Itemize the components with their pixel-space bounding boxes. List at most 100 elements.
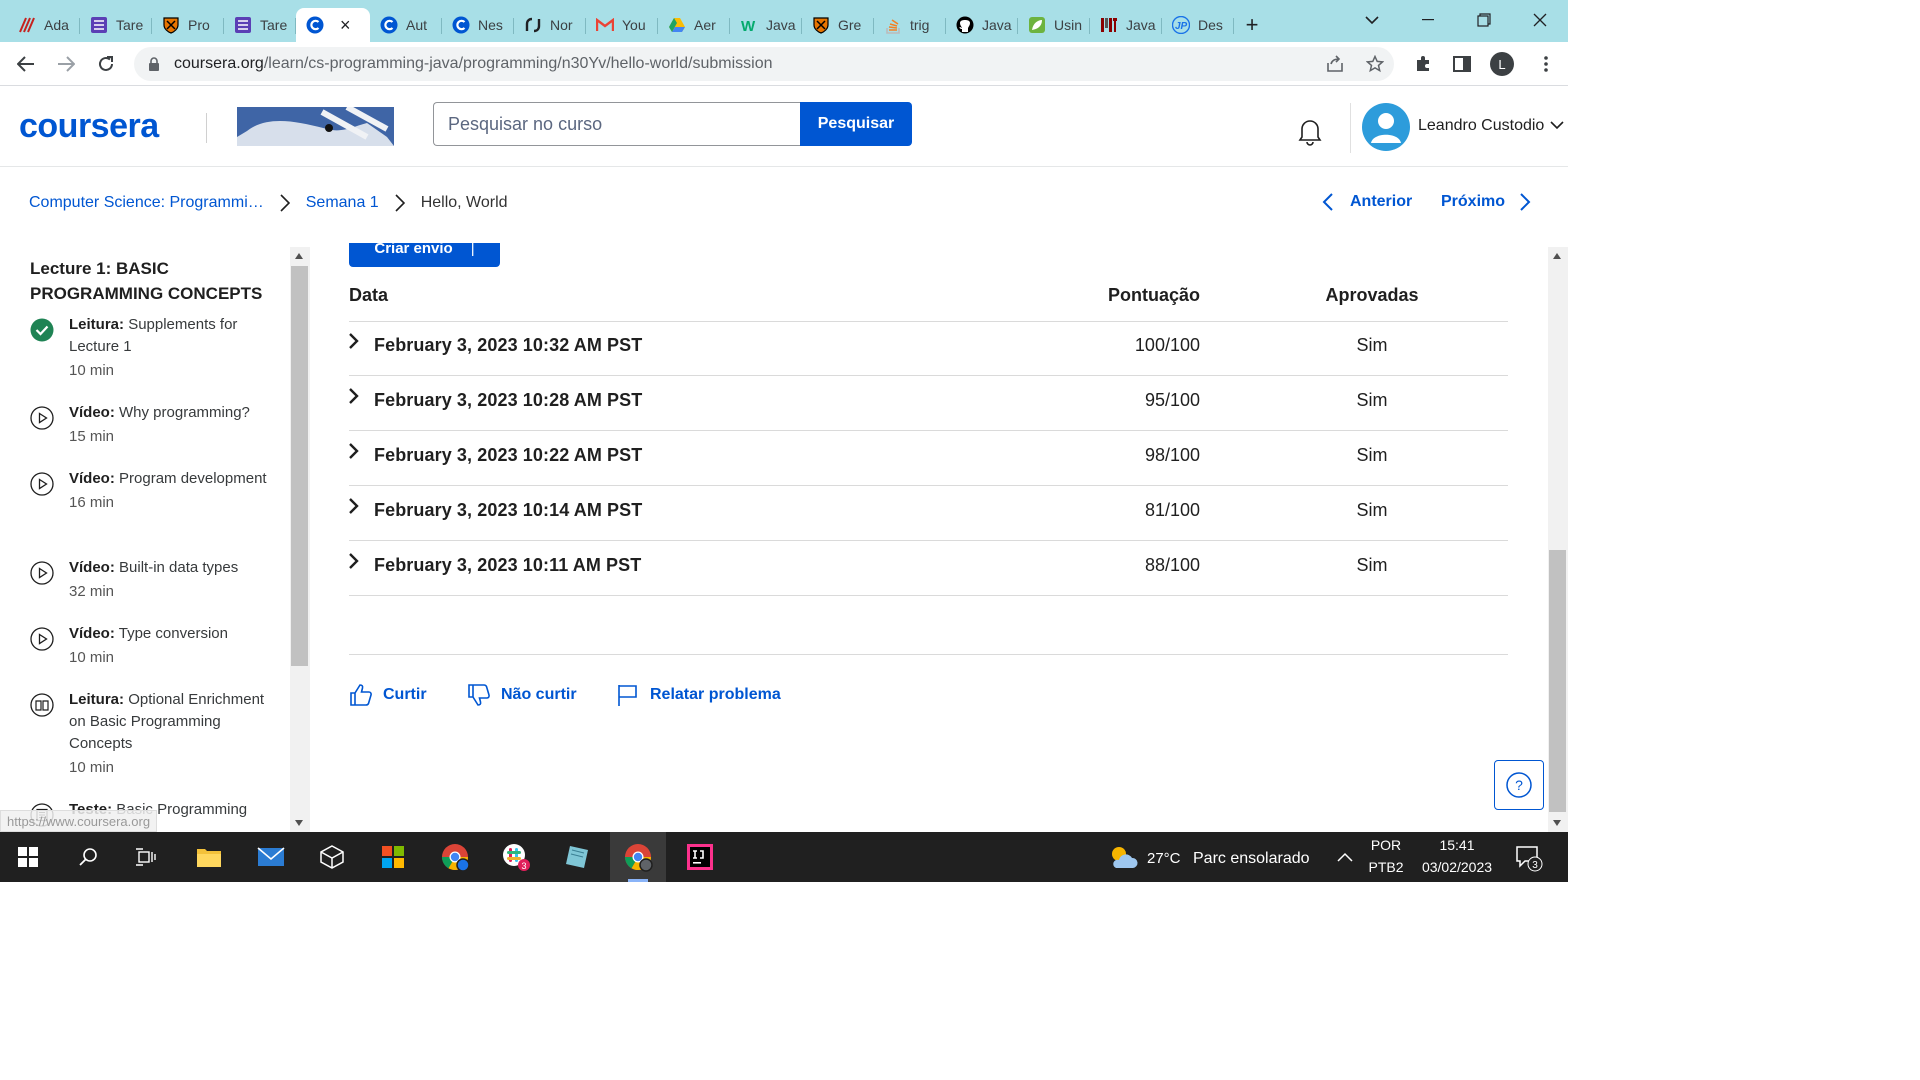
header-divider bbox=[206, 113, 207, 143]
restore-button[interactable] bbox=[1456, 0, 1512, 40]
next-button[interactable]: Próximo bbox=[1441, 193, 1531, 211]
chrome-active-icon[interactable] bbox=[610, 832, 666, 882]
coursera-icon bbox=[306, 16, 324, 34]
expand-chevron-icon[interactable] bbox=[348, 442, 360, 466]
new-tab-button[interactable]: + bbox=[1234, 8, 1270, 42]
expand-chevron-icon[interactable] bbox=[348, 332, 360, 356]
tab-search-icon[interactable] bbox=[1344, 0, 1400, 40]
search-icon[interactable] bbox=[60, 832, 116, 882]
create-submission-button[interactable]: Criar envio | bbox=[349, 243, 500, 267]
submission-score: 98/100 bbox=[1144, 445, 1200, 465]
breadcrumb-week[interactable]: Semana 1 bbox=[306, 194, 379, 212]
browser-tab[interactable]: Nor bbox=[514, 8, 586, 42]
back-icon[interactable] bbox=[6, 44, 46, 84]
browser-tab[interactable]: JP Des bbox=[1162, 8, 1234, 42]
chrome-profile-icon[interactable] bbox=[427, 832, 483, 882]
browser-tab[interactable]: Aut bbox=[370, 8, 442, 42]
princeton-icon bbox=[162, 16, 180, 34]
scroll-up-icon[interactable] bbox=[295, 253, 303, 259]
browser-menu-icon[interactable] bbox=[1526, 42, 1566, 86]
sidebar-item-type: Leitura: bbox=[69, 691, 125, 708]
sidebar-item-title: Type conversion bbox=[118, 625, 228, 642]
store-cube-icon[interactable] bbox=[304, 832, 360, 882]
browser-tab[interactable]: Nes bbox=[442, 8, 514, 42]
reload-icon[interactable] bbox=[86, 44, 126, 84]
submission-passed: Sim bbox=[1356, 445, 1388, 465]
search-button[interactable]: Pesquisar bbox=[800, 102, 912, 146]
submission-passed: Sim bbox=[1356, 500, 1388, 520]
intellij-icon[interactable] bbox=[672, 832, 728, 882]
browser-tab[interactable]: Tare bbox=[80, 8, 152, 42]
expand-chevron-icon[interactable] bbox=[348, 387, 360, 411]
like-button[interactable]: Curtir bbox=[349, 683, 427, 707]
course-search-input[interactable]: Pesquisar no curso bbox=[433, 102, 801, 146]
help-icon-glyph: ? bbox=[1515, 777, 1523, 793]
forward-icon[interactable] bbox=[46, 44, 86, 84]
header-divider-line bbox=[349, 321, 1508, 322]
scroll-down-icon[interactable] bbox=[295, 820, 303, 826]
browser-tab[interactable]: Java bbox=[1090, 8, 1162, 42]
sidebar-item-type: Vídeo: bbox=[69, 404, 115, 421]
browser-tab[interactable]: trig bbox=[874, 8, 946, 42]
browser-tab[interactable]: Tare bbox=[224, 8, 296, 42]
chevron-down-icon[interactable] bbox=[1550, 117, 1564, 133]
browser-tab[interactable]: Usin bbox=[1018, 8, 1090, 42]
help-button[interactable]: ? bbox=[1494, 760, 1544, 810]
address-bar[interactable]: coursera.org/learn/cs-programming-java/p… bbox=[134, 47, 1394, 81]
task-view-icon[interactable] bbox=[118, 832, 174, 882]
notification-center-icon[interactable]: 3 bbox=[1506, 832, 1550, 882]
share-icon[interactable] bbox=[1320, 47, 1350, 81]
expand-chevron-icon[interactable] bbox=[348, 497, 360, 521]
slack-badge-count: 3 bbox=[521, 861, 526, 871]
weather-partly-sunny-icon[interactable] bbox=[1096, 832, 1150, 882]
notifications-bell-icon[interactable] bbox=[1294, 115, 1326, 147]
weather-temperature[interactable]: 27°C bbox=[1147, 850, 1181, 867]
browser-tab[interactable]: W Java bbox=[730, 8, 802, 42]
report-problem-button[interactable]: Relatar problema bbox=[616, 683, 781, 707]
user-avatar[interactable] bbox=[1362, 103, 1410, 151]
user-name[interactable]: Leandro Custodio bbox=[1418, 117, 1544, 135]
previous-button[interactable]: Anterior bbox=[1322, 193, 1412, 211]
bookmark-star-icon[interactable] bbox=[1360, 47, 1390, 81]
browser-tab[interactable]: You bbox=[586, 8, 658, 42]
w3-icon: W bbox=[740, 16, 758, 34]
show-hidden-icons-icon[interactable] bbox=[1330, 832, 1360, 882]
breadcrumb-course[interactable]: Computer Science: Programmi… bbox=[29, 194, 264, 212]
main-scroll-thumb[interactable] bbox=[1549, 550, 1566, 812]
dislike-button[interactable]: Não curtir bbox=[467, 683, 577, 707]
system-clock[interactable]: 15:41 03/02/2023 bbox=[1412, 834, 1502, 878]
weather-description[interactable]: Parc ensolarado bbox=[1193, 850, 1310, 868]
minimize-button[interactable] bbox=[1400, 0, 1456, 40]
mail-icon[interactable] bbox=[243, 832, 299, 882]
windows-start-icon[interactable] bbox=[0, 832, 56, 882]
expand-chevron-icon[interactable] bbox=[348, 552, 360, 576]
notes-app-icon[interactable] bbox=[549, 832, 605, 882]
profile-initial: L bbox=[1490, 52, 1514, 76]
play-circle-icon bbox=[30, 627, 54, 651]
profile-avatar[interactable]: L bbox=[1482, 42, 1522, 86]
input-language[interactable]: POR PTB2 bbox=[1366, 834, 1406, 878]
sidebar-scroll-thumb[interactable] bbox=[291, 266, 308, 666]
browser-tab-active[interactable]: × bbox=[296, 8, 370, 42]
browser-tab[interactable]: Ada bbox=[8, 8, 80, 42]
file-explorer-icon[interactable] bbox=[181, 832, 237, 882]
browser-tab-strip: Ada Tare Pro Tare × Aut Nes Nor You Aer W Java Gre tr… bbox=[0, 0, 1568, 42]
microsoft-store-icon[interactable] bbox=[365, 832, 421, 882]
coursera-logo[interactable]: coursera bbox=[19, 107, 159, 146]
scroll-down-icon[interactable] bbox=[1553, 820, 1561, 826]
create-submission-label: Criar envio bbox=[374, 243, 453, 257]
tab-title: Tare bbox=[260, 17, 288, 33]
browser-tab[interactable]: Java bbox=[946, 8, 1018, 42]
section-title: Lecture 1: BASIC PROGRAMMING CONCEPTS bbox=[30, 259, 263, 303]
browser-tab[interactable]: Gre bbox=[802, 8, 874, 42]
side-panel-icon[interactable] bbox=[1442, 42, 1482, 86]
slack-icon[interactable]: 3 bbox=[488, 832, 544, 882]
close-window-button[interactable] bbox=[1512, 0, 1568, 40]
browser-tab[interactable]: Pro bbox=[152, 8, 224, 42]
browser-tab[interactable]: Aer bbox=[658, 8, 730, 42]
scroll-up-icon[interactable] bbox=[1553, 253, 1561, 259]
tab-title: Pro bbox=[188, 17, 210, 33]
close-tab-icon[interactable]: × bbox=[340, 15, 351, 36]
extensions-icon[interactable] bbox=[1403, 42, 1443, 86]
submission-passed: Sim bbox=[1356, 335, 1388, 355]
